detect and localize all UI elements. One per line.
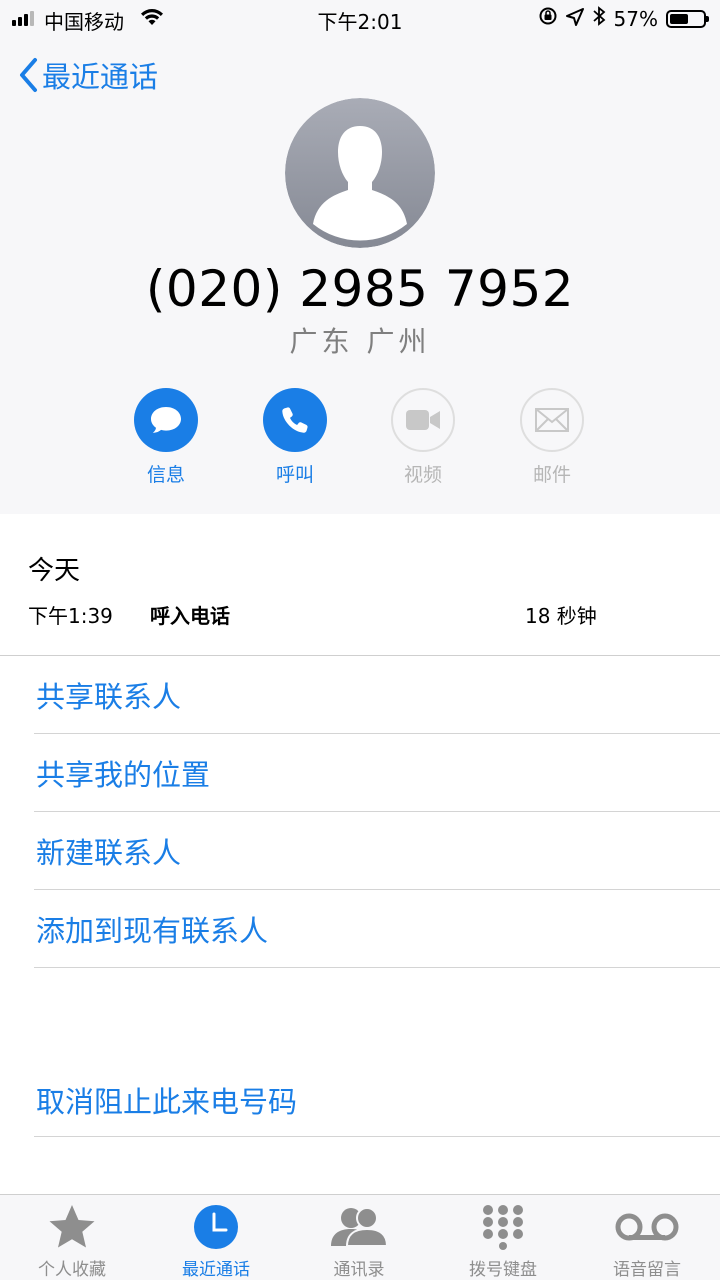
location-arrow-icon [565, 7, 584, 31]
back-button-label: 最近通话 [42, 60, 159, 94]
battery-percent: 57% [613, 6, 658, 31]
tab-keypad[interactable]: 拨号键盘 [433, 1203, 573, 1280]
message-button[interactable]: 信息 [121, 388, 211, 487]
avatar [285, 98, 435, 248]
history-call-type: 呼入电话 [150, 604, 230, 628]
video-button-label: 视频 [403, 464, 442, 486]
tab-label: 语音留言 [613, 1260, 681, 1280]
keypad-icon [483, 1205, 523, 1250]
tab-contacts[interactable]: 通讯录 [289, 1203, 429, 1280]
history-date: 今天 [28, 556, 81, 586]
tab-label: 拨号键盘 [469, 1260, 537, 1280]
message-button-label: 信息 [146, 464, 185, 486]
phone-icon [282, 407, 308, 433]
voicemail-icon [615, 1213, 679, 1241]
orientation-lock-icon [538, 6, 558, 31]
video-icon [406, 410, 440, 430]
status-bar: 中国移动 下午2:01 57% [0, 0, 720, 38]
tab-recents[interactable]: 最近通话 [146, 1203, 286, 1280]
number-location: 广东 广州 [289, 325, 431, 358]
add-to-existing-contact-option[interactable]: 添加到现有联系人 [34, 890, 720, 968]
chevron-left-icon [20, 58, 37, 92]
mail-button-label: 邮件 [532, 464, 571, 486]
tab-label: 最近通话 [182, 1260, 250, 1280]
mail-icon [535, 408, 569, 432]
call-button[interactable]: 呼叫 [250, 388, 340, 487]
history-duration: 18 秒钟 [525, 604, 597, 628]
tab-voicemail[interactable]: 语音留言 [577, 1203, 717, 1280]
back-button[interactable]: 最近通话 [18, 54, 158, 96]
tab-label: 个人收藏 [38, 1260, 106, 1280]
contact-header: 最近通话 (020) 2985 7952 广东 广州 信息 呼叫 视频 邮件 [0, 38, 720, 514]
history-time: 下午1:39 [28, 604, 113, 628]
phone-number: (020) 2985 7952 [145, 260, 575, 318]
tab-favorites[interactable]: 个人收藏 [2, 1203, 142, 1280]
contacts-icon [331, 1207, 389, 1247]
star-icon [49, 1205, 95, 1248]
clock-icon [194, 1205, 238, 1249]
call-history: 今天 下午1:39 呼入电话 18 秒钟 [0, 514, 720, 656]
message-icon [151, 407, 181, 433]
tab-label: 通讯录 [333, 1260, 385, 1280]
call-button-label: 呼叫 [275, 464, 314, 486]
tab-bar: 个人收藏 最近通话 通讯录 拨号键盘 语音留言 [0, 1194, 720, 1280]
new-contact-option[interactable]: 新建联系人 [34, 812, 720, 890]
mail-button[interactable]: 邮件 [507, 388, 597, 487]
bluetooth-icon [592, 6, 606, 31]
battery-icon [666, 9, 709, 28]
unblock-caller-option[interactable]: 取消阻止此来电号码 [34, 1063, 720, 1137]
share-location-option[interactable]: 共享我的位置 [34, 734, 720, 812]
video-button[interactable]: 视频 [378, 388, 468, 487]
share-contact-option[interactable]: 共享联系人 [34, 656, 720, 734]
contact-options-list: 共享联系人 共享我的位置 新建联系人 添加到现有联系人 [0, 656, 720, 968]
